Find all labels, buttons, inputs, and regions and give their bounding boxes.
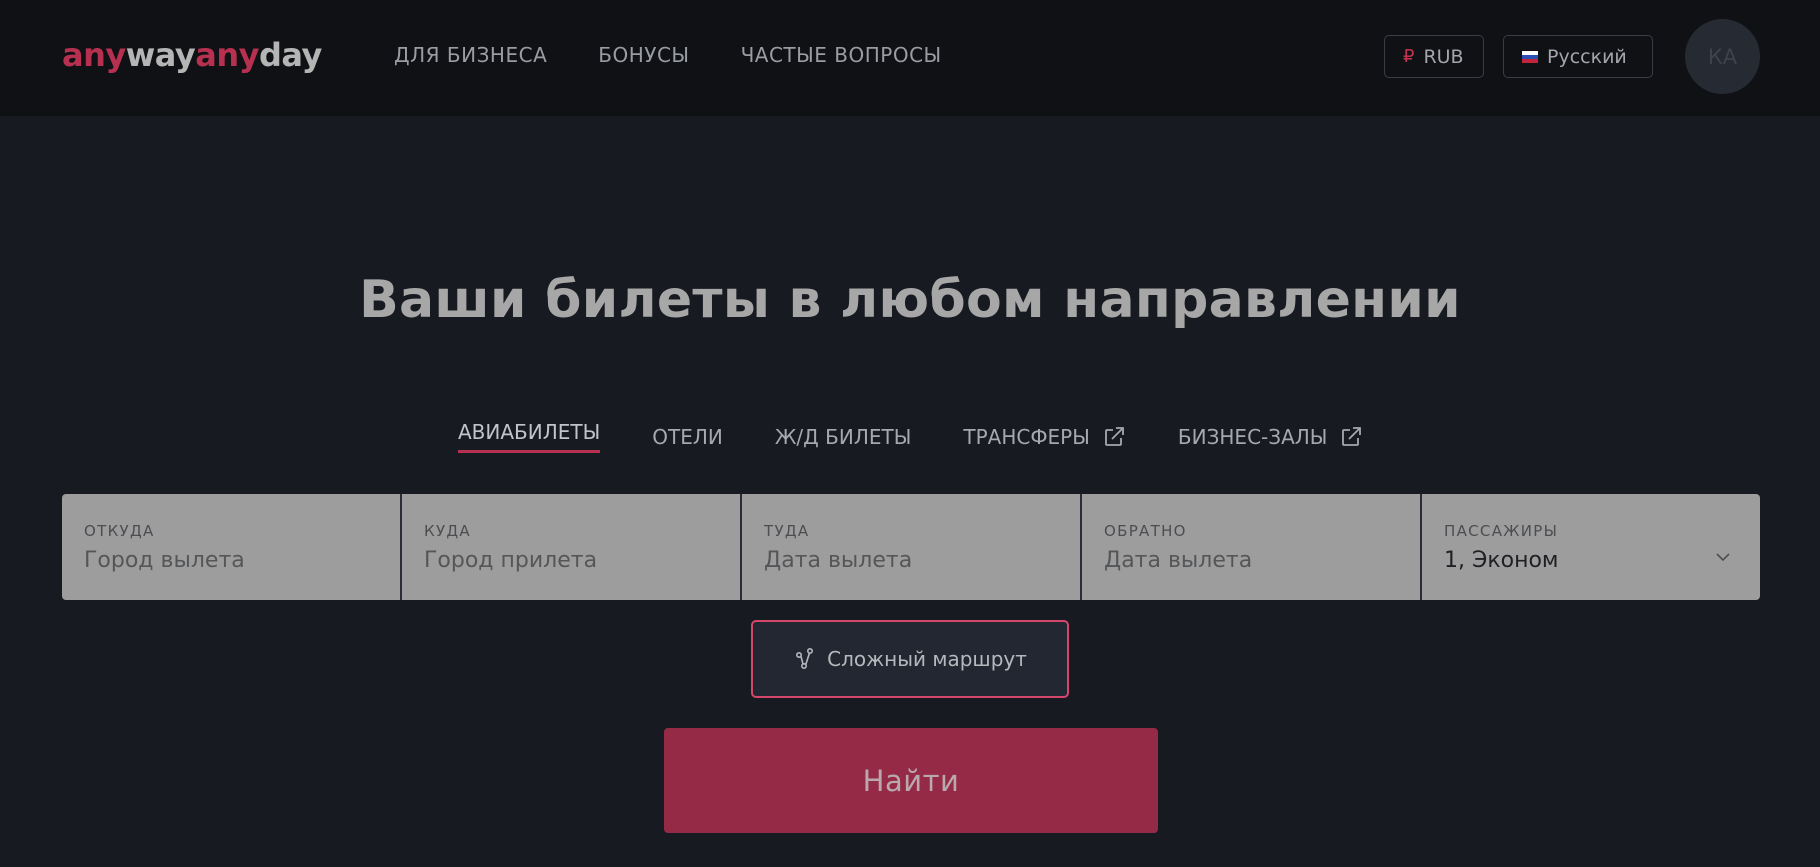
passengers-field[interactable]: ПАССАЖИРЫ 1, Эконом xyxy=(1422,494,1760,600)
nav-item-faq[interactable]: ЧАСТЫЕ ВОПРОСЫ xyxy=(741,43,942,67)
tab-business-lounges-label: БИЗНЕС-ЗАЛЫ xyxy=(1177,424,1328,449)
depart-date-input[interactable] xyxy=(764,547,1058,573)
to-field[interactable]: КУДА xyxy=(402,494,742,600)
logo-text-way: way xyxy=(125,36,196,74)
chevron-down-icon[interactable] xyxy=(1714,548,1732,566)
from-label: ОТКУДА xyxy=(84,521,155,540)
complex-route-label: Сложный маршрут xyxy=(827,647,1027,671)
depart-date-field[interactable]: ТУДА xyxy=(742,494,1082,600)
from-field[interactable]: ОТКУДА xyxy=(62,494,402,600)
depart-date-label: ТУДА xyxy=(764,521,810,540)
logo-text-any: any xyxy=(62,36,126,74)
user-avatar[interactable]: КА xyxy=(1685,19,1760,94)
tab-flights-label: АВИАБИЛЕТЫ xyxy=(458,420,601,453)
tab-hotels-label: ОТЕЛИ xyxy=(652,424,723,449)
logo[interactable]: anywayanyday xyxy=(62,36,322,74)
tab-flights[interactable]: АВИАБИЛЕТЫ xyxy=(458,420,601,453)
russia-flag-icon xyxy=(1522,50,1538,63)
tab-trains[interactable]: Ж/Д БИЛЕТЫ xyxy=(775,420,911,453)
external-link-icon xyxy=(1342,426,1362,446)
logo-text-day: day xyxy=(259,36,322,74)
page-title: Ваши билеты в любом направлении xyxy=(359,270,1461,330)
tab-business-lounges[interactable]: БИЗНЕС-ЗАЛЫ xyxy=(1178,420,1364,453)
product-tabs: АВИАБИЛЕТЫ ОТЕЛИ Ж/Д БИЛЕТЫ ТРАНСФЕРЫ БИ… xyxy=(458,420,1363,453)
tab-trains-label: Ж/Д БИЛЕТЫ xyxy=(774,424,912,449)
return-date-field[interactable]: ОБРАТНО xyxy=(1082,494,1422,600)
tab-hotels[interactable]: ОТЕЛИ xyxy=(652,420,723,453)
language-selector[interactable]: Русский xyxy=(1503,35,1653,78)
complex-route-button[interactable]: Сложный маршрут xyxy=(751,620,1069,698)
avatar-initials: КА xyxy=(1707,44,1738,69)
return-date-input[interactable] xyxy=(1104,547,1398,573)
tab-transfers[interactable]: ТРАНСФЕРЫ xyxy=(963,420,1126,453)
ruble-icon: ₽ xyxy=(1403,46,1415,67)
return-date-label: ОБРАТНО xyxy=(1104,521,1187,540)
nav-item-business[interactable]: ДЛЯ БИЗНЕСА xyxy=(394,43,547,67)
passengers-value: 1, Эконом xyxy=(1444,547,1559,573)
external-link-icon xyxy=(1104,426,1124,446)
tab-transfers-label: ТРАНСФЕРЫ xyxy=(963,424,1090,449)
nav-item-bonuses[interactable]: БОНУСЫ xyxy=(598,43,689,67)
route-icon xyxy=(796,647,814,669)
currency-label: RUB xyxy=(1423,45,1464,68)
search-button[interactable]: Найти xyxy=(664,728,1158,833)
language-label: Русский xyxy=(1547,45,1627,68)
from-input[interactable] xyxy=(84,547,378,573)
flight-search-form: ОТКУДА КУДА ТУДА ОБРАТНО ПАССАЖИРЫ 1, Эк… xyxy=(62,494,1760,600)
logo-text-any-2: any xyxy=(195,36,259,74)
to-label: КУДА xyxy=(424,521,471,540)
passengers-label: ПАССАЖИРЫ xyxy=(1444,521,1559,540)
to-input[interactable] xyxy=(424,547,718,573)
main-nav: ДЛЯ БИЗНЕСА БОНУСЫ ЧАСТЫЕ ВОПРОСЫ xyxy=(394,43,942,67)
currency-selector[interactable]: ₽ RUB xyxy=(1384,35,1484,78)
top-bar: anywayanyday ДЛЯ БИЗНЕСА БОНУСЫ ЧАСТЫЕ В… xyxy=(0,0,1820,116)
